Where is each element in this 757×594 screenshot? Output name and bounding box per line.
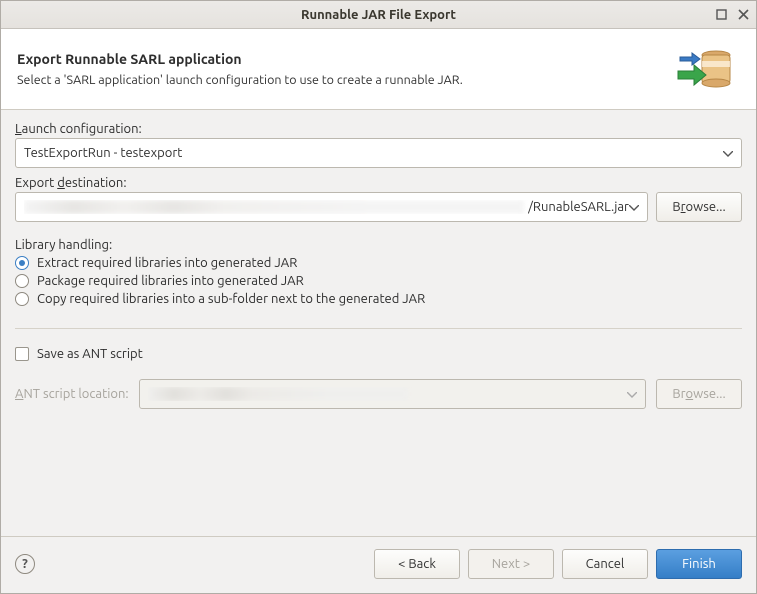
browse-destination-button[interactable]: Browse... xyxy=(656,192,742,222)
launch-config-label: Launch configuration: xyxy=(15,122,742,136)
banner-heading: Export Runnable SARL application xyxy=(17,51,463,67)
jar-export-icon xyxy=(672,41,740,97)
library-handling-radio-group: Extract required libraries into generate… xyxy=(15,256,742,306)
redacted-path xyxy=(148,387,408,401)
save-ant-checkbox-row[interactable]: Save as ANT script xyxy=(15,347,742,361)
titlebar: Runnable JAR File Export xyxy=(1,1,756,29)
library-handling-label: Library handling: xyxy=(15,238,742,252)
window-title: Runnable JAR File Export xyxy=(301,8,456,22)
ant-location-combo xyxy=(139,379,646,409)
radio-icon xyxy=(15,274,29,288)
chevron-down-icon xyxy=(723,146,733,160)
back-button[interactable]: < Back xyxy=(374,549,460,579)
export-destination-label: Export destination: xyxy=(15,176,742,190)
chevron-down-icon xyxy=(627,387,637,401)
next-button: Next > xyxy=(468,549,554,579)
checkbox-icon xyxy=(15,347,29,361)
radio-extract[interactable]: Extract required libraries into generate… xyxy=(15,256,742,270)
radio-icon xyxy=(15,292,29,306)
finish-button[interactable]: Finish xyxy=(656,549,742,579)
launch-config-value: TestExportRun - testexport xyxy=(24,146,182,160)
wizard-footer: ? < Back Next > Cancel Finish xyxy=(1,536,756,593)
cancel-button[interactable]: Cancel xyxy=(562,549,648,579)
ant-location-row: ANT script location: Browse... xyxy=(15,379,742,409)
radio-copy[interactable]: Copy required libraries into a sub-folde… xyxy=(15,292,742,306)
redacted-path xyxy=(24,200,524,214)
radio-icon xyxy=(15,256,29,270)
export-destination-combo[interactable]: /RunableSARL.jar xyxy=(15,192,648,222)
export-destination-value: /RunableSARL.jar xyxy=(528,200,629,214)
help-icon[interactable]: ? xyxy=(15,554,35,574)
radio-package[interactable]: Package required libraries into generate… xyxy=(15,274,742,288)
chevron-down-icon xyxy=(629,200,639,214)
window-controls xyxy=(714,8,750,22)
separator xyxy=(15,328,742,329)
export-wizard-window: Runnable JAR File Export Export Runnable… xyxy=(0,0,757,594)
library-handling-section: Library handling: Extract required libra… xyxy=(15,238,742,306)
banner-description: Select a 'SARL application' launch confi… xyxy=(17,73,463,87)
maximize-icon[interactable] xyxy=(714,8,728,22)
export-destination-section: Export destination: /RunableSARL.jar Bro… xyxy=(15,176,742,222)
launch-config-combo[interactable]: TestExportRun - testexport xyxy=(15,138,742,168)
banner: Export Runnable SARL application Select … xyxy=(1,29,756,110)
footer-buttons: < Back Next > Cancel Finish xyxy=(374,549,742,579)
save-ant-label: Save as ANT script xyxy=(37,347,143,361)
close-icon[interactable] xyxy=(736,8,750,22)
content-area: Launch configuration: TestExportRun - te… xyxy=(1,110,756,536)
ant-location-label: ANT script location: xyxy=(15,387,129,401)
launch-config-section: Launch configuration: TestExportRun - te… xyxy=(15,122,742,168)
browse-ant-button: Browse... xyxy=(656,379,742,409)
